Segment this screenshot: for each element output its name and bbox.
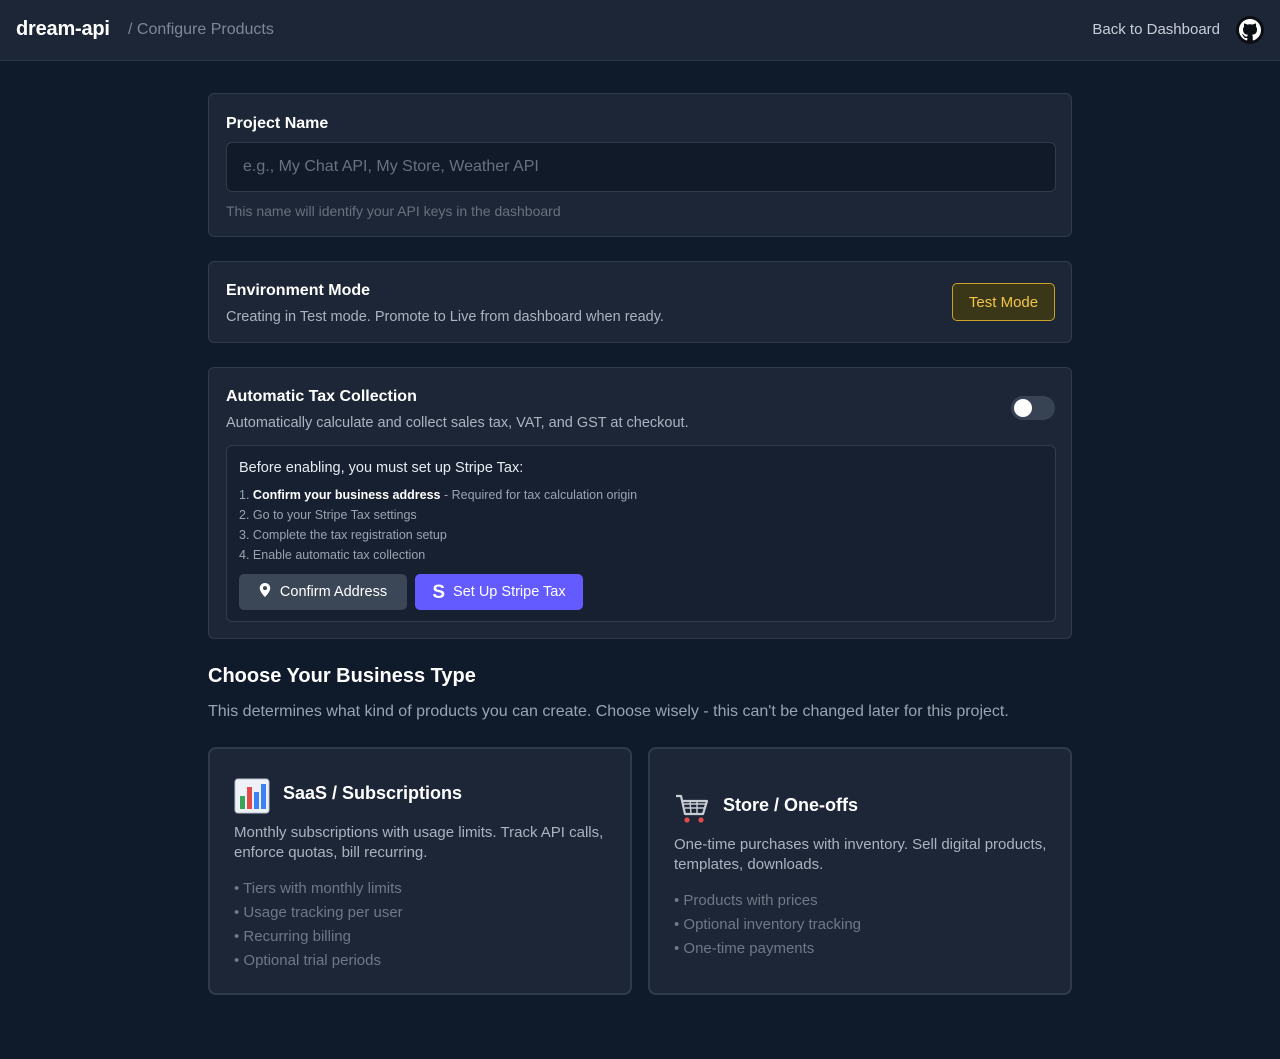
tax-collection-card: Automatic Tax Collection Automatically c… [208, 367, 1072, 639]
project-name-input[interactable] [226, 142, 1056, 192]
toggle-knob [1014, 399, 1032, 417]
setup-step: 4. Enable automatic tax collection [239, 548, 426, 562]
project-name-label: Project Name [226, 115, 329, 132]
stripe-tax-setup-box: Before enabling, you must set up Stripe … [226, 445, 1056, 622]
store-option-title: Store / One-offs [723, 795, 859, 815]
list-item: Tiers with monthly limits [234, 877, 403, 901]
confirm-address-button[interactable]: Confirm Address [239, 574, 407, 610]
project-name-hint: This name will identify your API keys in… [226, 203, 561, 219]
environment-mode-title: Environment Mode [226, 282, 371, 299]
setup-stripe-tax-label: Set Up Stripe Tax [453, 584, 566, 600]
store-option-card[interactable]: Store / One-offs One-time purchases with… [648, 747, 1072, 995]
shopping-cart-icon [674, 790, 710, 826]
top-bar: dream-api / Configure Products Back to D… [0, 0, 1280, 61]
setup-heading: Before enabling, you must set up Stripe … [239, 460, 524, 476]
breadcrumb: / Configure Products [128, 21, 274, 38]
github-icon[interactable] [1236, 16, 1264, 44]
setup-stripe-tax-button[interactable]: S Set Up Stripe Tax [415, 574, 583, 610]
list-item: Optional trial periods [234, 949, 403, 973]
setup-step: 2. Go to your Stripe Tax settings [239, 508, 417, 522]
back-to-dashboard-link[interactable]: Back to Dashboard [1092, 21, 1220, 38]
list-item: Products with prices [674, 889, 861, 913]
business-type-description: This determines what kind of products yo… [208, 703, 1009, 720]
map-pin-icon [259, 583, 271, 601]
tax-collection-title: Automatic Tax Collection [226, 388, 417, 405]
saas-option-card[interactable]: SaaS / Subscriptions Monthly subscriptio… [208, 747, 632, 995]
saas-feature-list: Tiers with monthly limits Usage tracking… [234, 877, 403, 973]
tax-toggle[interactable] [1011, 396, 1055, 420]
store-feature-list: Products with prices Optional inventory … [674, 889, 861, 961]
test-mode-button[interactable]: Test Mode [952, 283, 1055, 321]
tax-collection-description: Automatically calculate and collect sale… [226, 415, 689, 431]
environment-mode-card: Environment Mode Creating in Test mode. … [208, 261, 1072, 343]
list-item: One-time payments [674, 937, 861, 961]
confirm-address-label: Confirm Address [279, 584, 388, 600]
bar-chart-icon [234, 778, 270, 814]
business-type-heading: Choose Your Business Type [208, 665, 476, 687]
saas-option-description: Monthly subscriptions with usage limits.… [234, 824, 604, 861]
list-item: Optional inventory tracking [674, 913, 861, 937]
stripe-icon: S [432, 581, 446, 603]
brand-logo[interactable]: dream-api [16, 18, 110, 41]
store-option-description: One-time purchases with inventory. Sell … [674, 836, 1047, 873]
saas-option-title: SaaS / Subscriptions [283, 783, 463, 803]
setup-step: 1. Confirm your business address - Requi… [239, 488, 638, 502]
setup-step: 3. Complete the tax registration setup [239, 528, 447, 542]
environment-mode-description: Creating in Test mode. Promote to Live f… [226, 309, 664, 325]
list-item: Usage tracking per user [234, 901, 402, 925]
list-item: Recurring billing [234, 925, 403, 949]
project-name-card: Project Name This name will identify you… [208, 93, 1072, 237]
